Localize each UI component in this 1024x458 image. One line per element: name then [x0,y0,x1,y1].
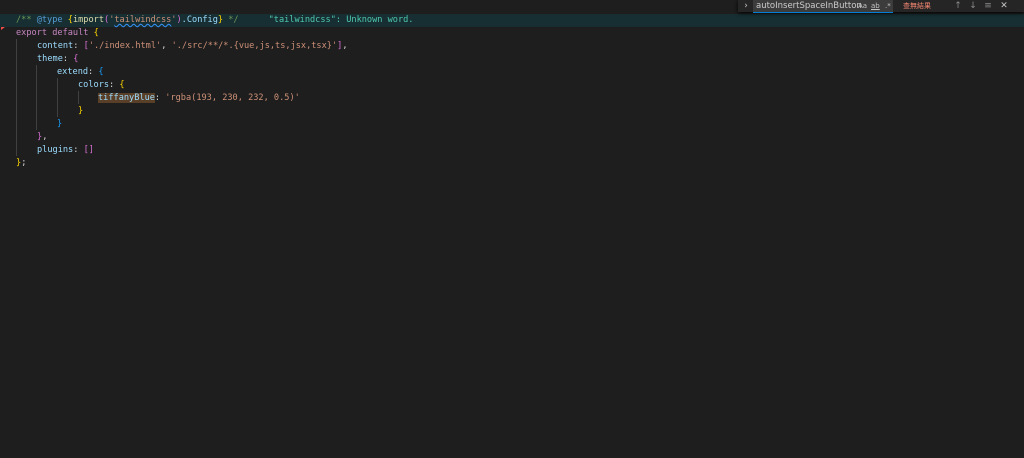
code-line-7[interactable]: tiffanyBlue: 'rgba(193, 230, 232, 0.5)' [0,92,1024,105]
comment: /** [16,15,37,25]
punctuation: : [62,54,74,64]
previous-match-button[interactable]: ↑ [952,0,964,12]
find-widget: › autoInsertSpaceInButton Aa ab .* 查無結果 … [738,0,1024,13]
property-key: colors [78,80,110,90]
code-line-1[interactable]: /** @type {import('tailwindcss').Config}… [0,14,1024,27]
arrow-down-icon: ↓ [969,1,977,11]
inline-diagnostic: "tailwindcss": Unknown word. [268,15,414,25]
code-line-11[interactable]: plugins: [] [0,144,1024,157]
property-key: extend [57,67,89,77]
punctuation: , [42,132,48,142]
punctuation: ; [21,158,27,168]
property-key: theme [37,54,63,64]
comment: */ [223,15,239,25]
string: './src/**/*.{vue,js,ts,jsx,tsx}' [171,41,338,51]
code-line-5[interactable]: extend: { [0,66,1024,79]
punctuation: : [109,80,120,90]
toggle-replace-button[interactable]: › [740,0,752,12]
code-line-9[interactable]: } [0,118,1024,131]
property-key: plugins [37,145,74,155]
keyword: export [16,28,48,38]
punctuation: : [154,93,166,103]
import-keyword: import [72,15,104,25]
code-line-8[interactable]: } [0,105,1024,118]
code-editor[interactable]: /** @type {import('tailwindcss').Config}… [0,0,1024,458]
find-query: autoInsertSpaceInButton [756,1,862,11]
punctuation: , [161,41,172,51]
whole-word-button[interactable]: ab [871,0,880,12]
regex-button[interactable]: .* [885,0,891,12]
brace: { [98,67,104,77]
string: './index.html' [88,41,162,51]
punctuation: : [88,67,99,77]
find-result-count: 查無結果 [903,2,931,10]
code-line-2[interactable]: export default { [0,27,1024,40]
punctuation: : [73,41,84,51]
close-icon: ✕ [1000,1,1008,11]
brace: { [73,54,79,64]
brace: } [78,106,84,116]
find-in-selection-icon: ≡ [984,1,992,11]
next-match-button[interactable]: ↓ [967,0,979,12]
jsdoc-tag: @type [36,15,63,25]
code-line-12[interactable]: }; [0,157,1024,170]
keyword: default [52,28,89,38]
chevron-right-icon: › [744,1,748,11]
match-case-button[interactable]: Aa [858,0,867,12]
close-find-button[interactable]: ✕ [998,0,1010,12]
find-in-selection-button[interactable]: ≡ [982,0,994,12]
string: 'rgba(193, 230, 232, 0.5)' [165,93,300,103]
brace: { [119,80,125,90]
brace: { [93,28,99,38]
punctuation: , [342,41,348,51]
code-line-4[interactable]: theme: { [0,53,1024,66]
config-type: .Config [181,15,218,25]
code-line-3[interactable]: content: ['./index.html', './src/**/*.{v… [0,40,1024,53]
property-key: content [37,41,74,51]
arrow-up-icon: ↑ [954,1,962,11]
property-key-highlighted[interactable]: tiffanyBlue [98,93,155,103]
array-literal: [] [83,145,94,155]
brace: } [57,119,63,129]
punctuation: : [73,145,84,155]
code-line-10[interactable]: }, [0,131,1024,144]
code-line-6[interactable]: colors: { [0,79,1024,92]
module-name[interactable]: tailwindcss [114,15,171,25]
